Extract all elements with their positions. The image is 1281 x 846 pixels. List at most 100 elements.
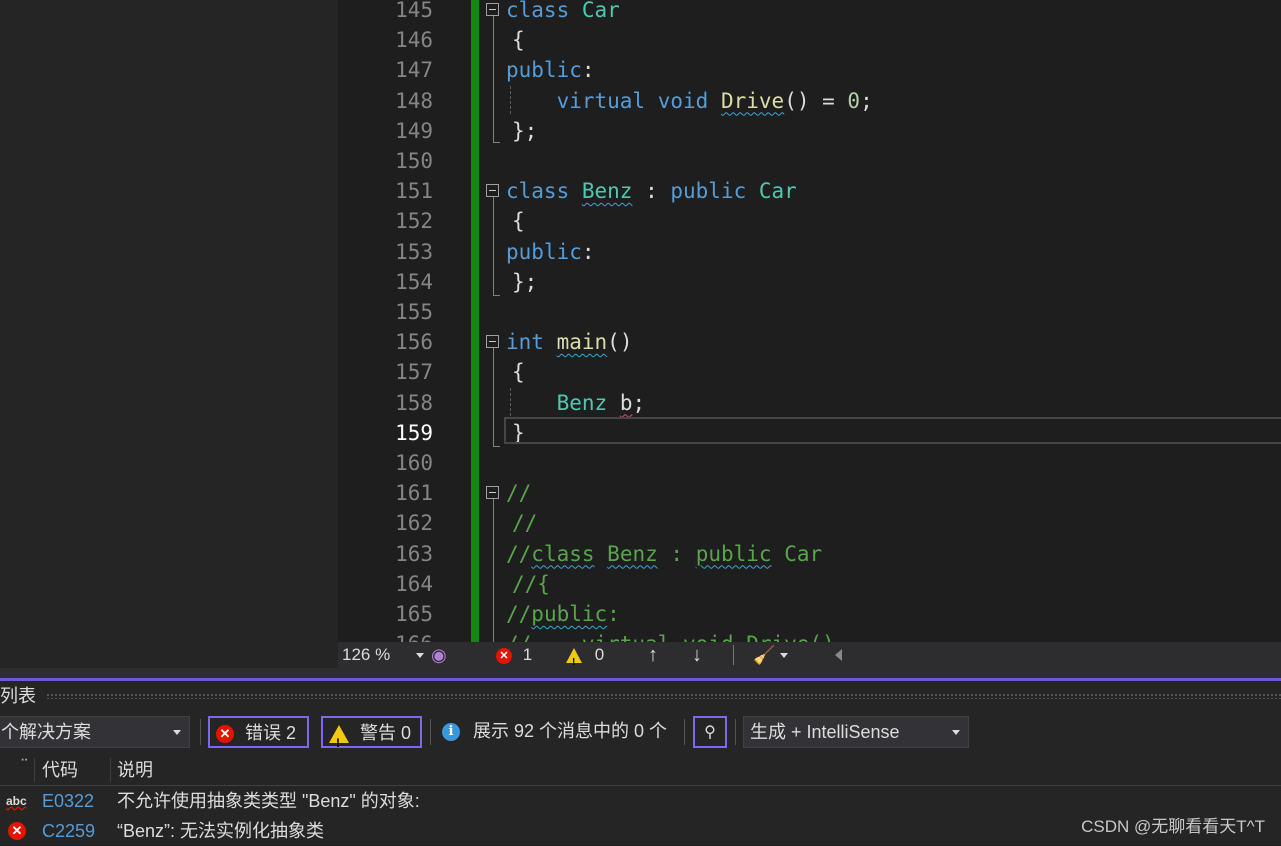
error-icon: ✕ bbox=[8, 822, 26, 840]
code-line[interactable]: 149}; bbox=[338, 116, 1281, 146]
code-line[interactable]: 156 int main() bbox=[338, 327, 1281, 357]
arrow-up-icon[interactable]: ↑ bbox=[648, 642, 658, 668]
code-cleanup-broom-icon[interactable]: 🧹 bbox=[753, 642, 775, 668]
warnings-filter-button[interactable]: ! 警告 0 bbox=[321, 716, 422, 750]
code-token: ; bbox=[632, 390, 646, 415]
code-token: : bbox=[581, 239, 595, 264]
line-number: 146 bbox=[395, 28, 433, 53]
code-token: class bbox=[506, 179, 582, 204]
error-code-link[interactable]: E0322 bbox=[42, 786, 94, 816]
line-number: 164 bbox=[395, 571, 433, 596]
column-header-code[interactable]: 代码 bbox=[42, 755, 78, 785]
build-source-dropdown[interactable]: 生成 + IntelliSense bbox=[743, 716, 969, 748]
warning-icon: ! bbox=[329, 725, 349, 750]
line-number: 148 bbox=[395, 88, 433, 113]
error-icon: ✕ bbox=[216, 725, 234, 744]
scroll-left-icon[interactable] bbox=[835, 649, 842, 661]
error-code-link[interactable]: C2259 bbox=[42, 816, 95, 846]
zoom-level: 126 % bbox=[342, 645, 391, 664]
messages-filter-label: 展示 92 个消息中的 0 个 bbox=[473, 721, 668, 741]
code-line[interactable]: 151 class Benz : public Car bbox=[338, 176, 1281, 206]
left-tool-panel bbox=[0, 0, 338, 668]
warning-count-indicator[interactable]: ! 0 bbox=[566, 642, 604, 668]
code-token: 0 bbox=[847, 88, 861, 113]
panel-drag-grip[interactable] bbox=[46, 693, 1281, 699]
code-line[interactable]: 150 bbox=[338, 146, 1281, 176]
code-line[interactable]: 155 bbox=[338, 297, 1281, 327]
code-token: b bbox=[619, 390, 633, 415]
code-text: //public: bbox=[506, 599, 620, 629]
code-line[interactable]: 164 //{ bbox=[338, 569, 1281, 599]
line-number: 150 bbox=[395, 149, 433, 173]
column-chooser-icon[interactable]: ⠉ bbox=[20, 749, 29, 779]
code-token: public bbox=[670, 179, 747, 204]
code-text: //class Benz : public Car bbox=[506, 539, 822, 569]
code-line[interactable]: 163 //class Benz : public Car bbox=[338, 539, 1281, 569]
errors-filter-button[interactable]: ✕ 错误 2 bbox=[208, 716, 309, 748]
code-token: : bbox=[657, 541, 696, 566]
line-number: 147 bbox=[395, 58, 433, 83]
column-header-description[interactable]: 说明 bbox=[117, 755, 153, 785]
code-token: // bbox=[512, 511, 538, 536]
code-editor[interactable]: 145 class Car 146{147 public: 148 virtual vo… bbox=[338, 0, 1281, 642]
line-number: 153 bbox=[395, 239, 433, 264]
code-token: }; bbox=[512, 269, 538, 294]
messages-filter-button[interactable]: i 展示 92 个消息中的 0 个 bbox=[440, 716, 667, 748]
code-line[interactable]: 152 { bbox=[338, 206, 1281, 236]
code-token: // virtual void Drive() bbox=[506, 632, 835, 642]
toolbar-separator bbox=[200, 719, 201, 745]
outline-guide bbox=[493, 197, 494, 295]
line-number: 158 bbox=[395, 390, 433, 415]
build-source-label: 生成 + IntelliSense bbox=[750, 722, 900, 742]
code-line[interactable]: 147 public: bbox=[338, 55, 1281, 85]
code-token: Benz bbox=[556, 390, 608, 415]
zoom-dropdown[interactable]: 126 % bbox=[342, 642, 428, 668]
outline-guide-end bbox=[493, 295, 500, 296]
code-line[interactable]: 162 // bbox=[338, 508, 1281, 538]
code-line[interactable]: 158 Benz b; bbox=[338, 388, 1281, 418]
line-number: 145 bbox=[395, 0, 433, 22]
copilot-icon[interactable]: ◉ bbox=[431, 642, 447, 668]
code-line[interactable]: 145 class Car bbox=[338, 0, 1281, 25]
scope-dropdown[interactable]: 个解决方案 bbox=[0, 716, 190, 748]
code-line[interactable]: 165 //public: bbox=[338, 599, 1281, 629]
outline-guide bbox=[493, 348, 494, 446]
chevron-down-icon bbox=[952, 730, 960, 735]
outline-guide-end bbox=[493, 446, 500, 447]
filter-button[interactable]: ⚲ bbox=[693, 716, 727, 748]
fold-main-icon[interactable] bbox=[486, 335, 499, 348]
code-line[interactable]: 153 public: bbox=[338, 237, 1281, 267]
panel-splitter[interactable] bbox=[0, 668, 1281, 678]
code-text: virtual void Drive() = 0; bbox=[506, 86, 873, 116]
code-line[interactable]: 161 // bbox=[338, 478, 1281, 508]
code-token: () = bbox=[784, 88, 848, 113]
code-token: public bbox=[531, 602, 608, 626]
fold-comment-icon[interactable] bbox=[486, 486, 499, 499]
line-number: 161 bbox=[395, 481, 433, 506]
code-line[interactable]: 157 { bbox=[338, 357, 1281, 387]
arrow-down-icon[interactable]: ↓ bbox=[692, 642, 702, 668]
fold-class-benz-icon[interactable] bbox=[486, 184, 499, 197]
code-line[interactable]: 166 // virtual void Drive() bbox=[338, 629, 1281, 642]
panel-title: 列表 bbox=[0, 686, 36, 706]
code-line[interactable]: 148 virtual void Drive() = 0; bbox=[338, 86, 1281, 116]
chevron-down-icon[interactable] bbox=[780, 653, 788, 658]
code-line[interactable]: 160 bbox=[338, 448, 1281, 478]
code-line[interactable]: 146 { bbox=[338, 25, 1281, 55]
code-text: int main() bbox=[506, 327, 632, 357]
code-token: : bbox=[581, 58, 595, 83]
code-token: // bbox=[506, 481, 532, 506]
outline-guide-end bbox=[493, 142, 500, 143]
code-text: class Car bbox=[506, 0, 620, 25]
error-count-indicator[interactable]: ✕ 1 bbox=[496, 642, 532, 668]
code-token: ; bbox=[860, 88, 873, 113]
code-text: class Benz : public Car bbox=[506, 176, 797, 206]
fold-class-car-icon[interactable] bbox=[486, 3, 499, 16]
csdn-watermark: CSDN @无聊看看天T^T bbox=[1081, 817, 1265, 836]
line-number: 155 bbox=[395, 300, 433, 324]
code-line[interactable]: 154}; bbox=[338, 267, 1281, 297]
